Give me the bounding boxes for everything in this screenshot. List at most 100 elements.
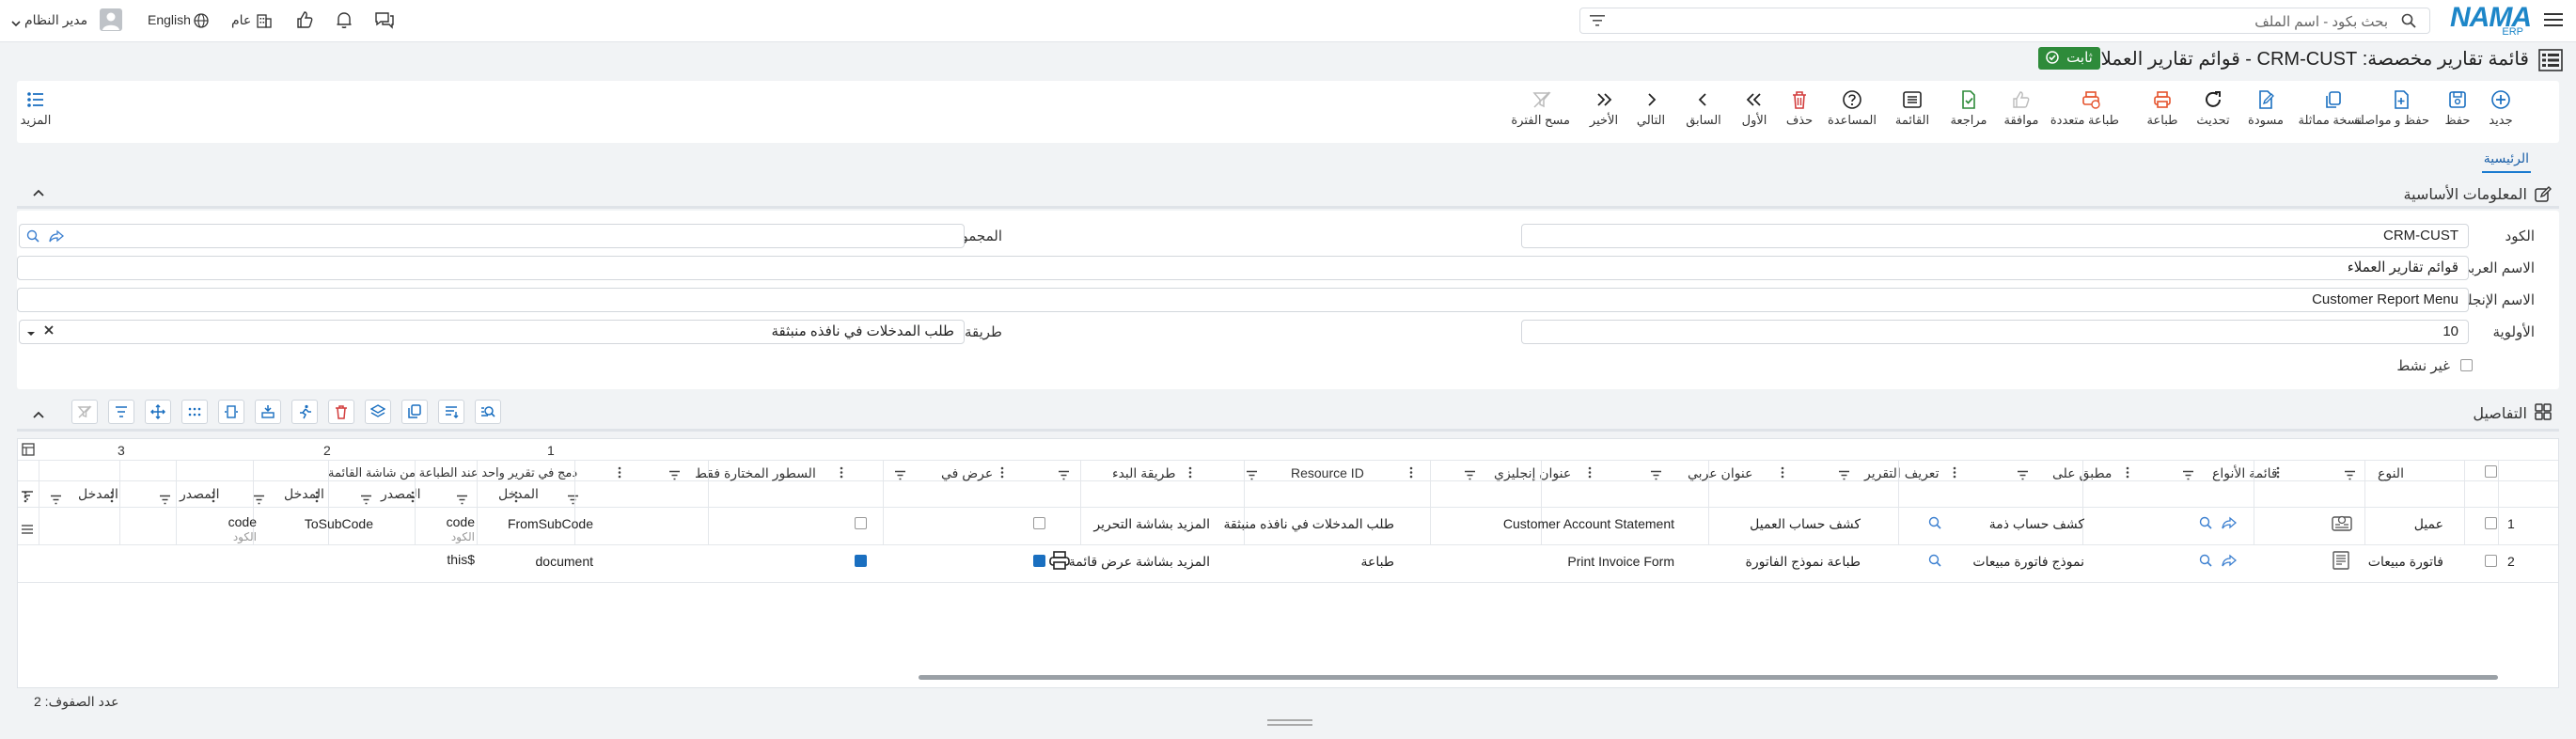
layers-tool[interactable] <box>365 400 391 424</box>
clear-filter-button[interactable]: مسح الفترة <box>1511 86 1570 141</box>
column-menu-icon[interactable] <box>1000 466 1004 482</box>
col-display-in[interactable]: عرض في <box>941 465 993 481</box>
col-resource-id[interactable]: Resource ID <box>1291 465 1364 480</box>
details-header[interactable]: التفاصيل <box>17 398 2559 432</box>
column-menu-icon[interactable] <box>840 466 843 482</box>
column-filter-icon[interactable] <box>2182 468 2194 484</box>
print-button[interactable]: طباعة <box>2134 86 2191 141</box>
row-menu-icon[interactable] <box>22 522 33 538</box>
cell-en-title[interactable]: Print Invoice Form <box>1567 554 1674 569</box>
search-icon[interactable] <box>26 229 39 246</box>
sort-lines-tool[interactable] <box>438 400 464 424</box>
first-button[interactable]: الأول <box>1726 86 1783 141</box>
delete-row-tool[interactable] <box>328 400 354 424</box>
arabic-name-input[interactable]: قوائم تقارير العملاء <box>17 256 2469 280</box>
cell-display-in[interactable]: المزيد بشاشة التحرير <box>1093 516 1210 532</box>
cell-report-def[interactable]: نموذج فاتورة مبيعات <box>1972 554 2084 570</box>
search-icon[interactable] <box>1928 554 1941 571</box>
code-input[interactable]: CRM-CUST <box>1521 224 2469 248</box>
share-arrow-icon[interactable] <box>2222 516 2238 533</box>
refresh-button[interactable]: تحديث <box>2185 86 2241 141</box>
cell-report-def[interactable]: كشف حساب ذمة <box>1989 516 2084 532</box>
clear-grid-filter-tool[interactable] <box>71 400 98 424</box>
move-arrows-tool[interactable] <box>145 400 171 424</box>
column-menu-icon[interactable] <box>110 491 114 507</box>
col-selected-rows[interactable]: السطور المختارة فقط <box>695 465 816 481</box>
chevron-down-icon[interactable] <box>11 15 21 31</box>
col-types-list[interactable]: قائمة الأنواع <box>2212 465 2278 481</box>
filter-tool[interactable] <box>108 400 134 424</box>
search-icon[interactable] <box>2199 516 2212 533</box>
share-arrow-icon[interactable] <box>2222 554 2238 571</box>
group-input[interactable] <box>19 224 965 248</box>
copy-button[interactable]: نسخة مماثلة <box>2298 86 2362 141</box>
column-chooser-icon[interactable] <box>22 443 35 460</box>
draft-button[interactable]: مسودة <box>2238 86 2294 141</box>
column-filter-icon[interactable] <box>456 493 468 509</box>
merge-checkbox[interactable] <box>855 555 867 567</box>
cell-source-2[interactable]: code <box>228 514 257 529</box>
clear-x-icon[interactable] <box>43 323 55 339</box>
column-filter-icon[interactable] <box>1058 468 1070 484</box>
cell-start-method[interactable]: طلب المدخلات في نافذه منبثقة <box>1223 516 1394 532</box>
column-menu-icon[interactable] <box>514 491 518 507</box>
search-input[interactable]: بحث بكود - اسم الملف <box>2254 13 2388 30</box>
selected-rows-checkbox[interactable] <box>1033 555 1045 567</box>
more-button[interactable]: المزيد <box>17 86 55 141</box>
search-icon[interactable] <box>2199 554 2212 571</box>
cell-ar-title[interactable]: طباعة نموذج الفاتورة <box>1746 554 1861 570</box>
review-button[interactable]: مراجعة <box>1940 86 1997 141</box>
user-name[interactable]: مدير النظام <box>24 12 87 28</box>
chevron-up-icon[interactable] <box>32 185 45 201</box>
last-button[interactable]: الأخير <box>1576 86 1632 141</box>
column-menu-icon[interactable] <box>1781 466 1784 482</box>
column-menu-icon[interactable] <box>1953 466 1956 482</box>
grid-search-tool[interactable] <box>475 400 501 424</box>
bell-icon[interactable] <box>335 10 353 33</box>
thumbs-up-icon[interactable] <box>295 10 314 33</box>
horizontal-scrollbar[interactable] <box>919 675 2498 680</box>
dropdown-caret-icon[interactable] <box>26 325 36 341</box>
globe-icon[interactable] <box>194 13 209 32</box>
column-width-tool[interactable] <box>218 400 244 424</box>
chevron-up-icon[interactable] <box>32 407 45 423</box>
english-name-input[interactable]: Customer Report Menu <box>17 288 2469 312</box>
header-filter-icon[interactable] <box>22 488 33 504</box>
branch-building-icon[interactable] <box>256 12 273 33</box>
column-filter-icon[interactable] <box>1650 468 1662 484</box>
select-all-checkbox[interactable] <box>2485 465 2497 478</box>
global-search[interactable]: بحث بكود - اسم الملف <box>1579 8 2430 34</box>
thumbs-up-button[interactable]: موافقة <box>1993 86 2050 141</box>
col-merge[interactable]: دمج في تقرير واحد عند الطباعة من شاشة ال… <box>328 465 577 480</box>
cell-display-in[interactable]: المزيد بشاشة عرض قائمة <box>1069 554 1210 570</box>
column-filter-icon[interactable] <box>1464 468 1476 484</box>
column-menu-icon[interactable] <box>315 491 319 507</box>
list-button[interactable]: القائمة <box>1884 86 1940 141</box>
cell-start-method[interactable]: طباعة <box>1361 554 1395 570</box>
col-start-method[interactable]: طريقة البدء <box>1112 465 1176 481</box>
cell-en-title[interactable]: Customer Account Statement <box>1503 516 1674 531</box>
dots-grid-tool[interactable] <box>181 400 208 424</box>
row-checkbox[interactable] <box>2485 555 2497 567</box>
column-menu-icon[interactable] <box>212 491 215 507</box>
cell-input-1[interactable]: FromSubCode <box>508 516 593 531</box>
column-filter-icon[interactable] <box>1246 468 1258 484</box>
basic-info-header[interactable]: المعلومات الأساسية <box>17 181 2559 209</box>
prev-button[interactable]: السابق <box>1675 86 1732 141</box>
cell-input-1[interactable]: document <box>536 554 593 569</box>
col-type[interactable]: النوع <box>2378 465 2404 481</box>
cell-input-2[interactable]: ToSubCode <box>305 516 373 531</box>
selected-rows-checkbox[interactable] <box>1033 517 1045 529</box>
column-filter-icon[interactable] <box>668 468 681 484</box>
column-menu-icon[interactable] <box>1409 466 1413 482</box>
col-input-1[interactable]: المدخل <box>498 486 539 502</box>
column-menu-icon[interactable] <box>618 466 621 482</box>
column-menu-icon[interactable] <box>2126 466 2129 482</box>
column-filter-icon[interactable] <box>253 493 265 509</box>
column-filter-icon[interactable] <box>894 468 906 484</box>
chat-icon[interactable] <box>374 10 395 33</box>
resize-handle[interactable] <box>1267 719 1312 721</box>
tab-main[interactable]: الرئيسية <box>2484 150 2529 166</box>
col-en-title[interactable]: عنوان إنجليزي <box>1494 465 1571 481</box>
column-menu-icon[interactable] <box>1188 466 1192 482</box>
